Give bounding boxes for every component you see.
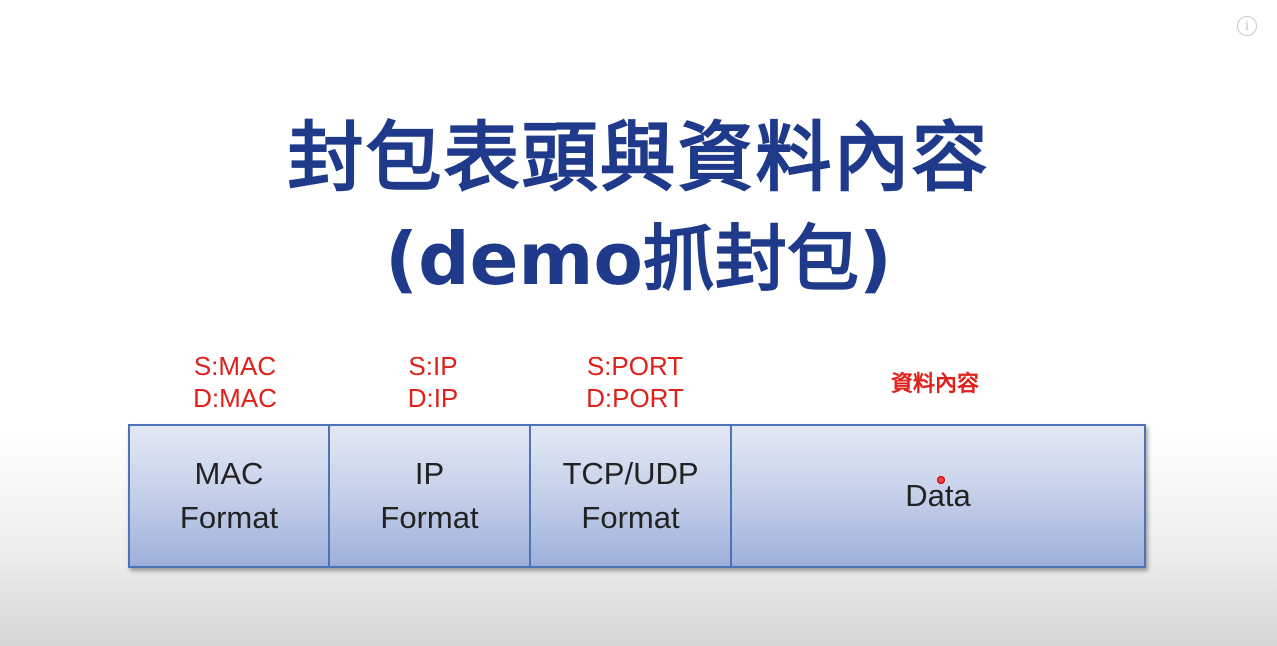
port-label: S:PORT D:PORT xyxy=(535,350,735,414)
source-mac-label: S:MAC xyxy=(193,351,277,381)
mac-format-field: MAC Format xyxy=(128,424,330,568)
destination-ip-label: D:IP xyxy=(407,383,459,413)
info-icon[interactable]: i xyxy=(1237,16,1257,36)
mac-field-line2: Format xyxy=(179,500,279,535)
source-ip-label: S:IP xyxy=(408,351,458,381)
source-port-label: S:PORT xyxy=(586,351,684,381)
ip-field-line1: IP xyxy=(414,456,445,491)
data-field: Data xyxy=(732,424,1146,568)
mac-field-line1: MAC xyxy=(194,456,264,491)
data-content-label: 資料內容 xyxy=(835,369,1035,401)
ip-format-field: IP Format xyxy=(330,424,531,568)
tcp-field-line1: TCP/UDP xyxy=(562,456,699,491)
ip-address-label: S:IP D:IP xyxy=(333,350,533,414)
data-content-label-text: 資料內容 xyxy=(890,372,979,397)
pointer-dot-icon xyxy=(937,476,945,484)
destination-mac-label: D:MAC xyxy=(193,383,277,413)
slide-subtitle: (demo抓封包) xyxy=(385,217,892,301)
tcp-field-line2: Format xyxy=(581,500,680,535)
destination-port-label: D:PORT xyxy=(586,383,684,413)
packet-diagram: MAC Format IP Format TCP/UDP Format Data xyxy=(128,424,1146,568)
tcp-udp-format-field: TCP/UDP Format xyxy=(531,424,732,568)
mac-address-label: S:MAC D:MAC xyxy=(135,350,335,414)
slide-title: 封包表頭與資料內容 xyxy=(287,113,990,202)
ip-field-line2: Format xyxy=(380,500,479,535)
